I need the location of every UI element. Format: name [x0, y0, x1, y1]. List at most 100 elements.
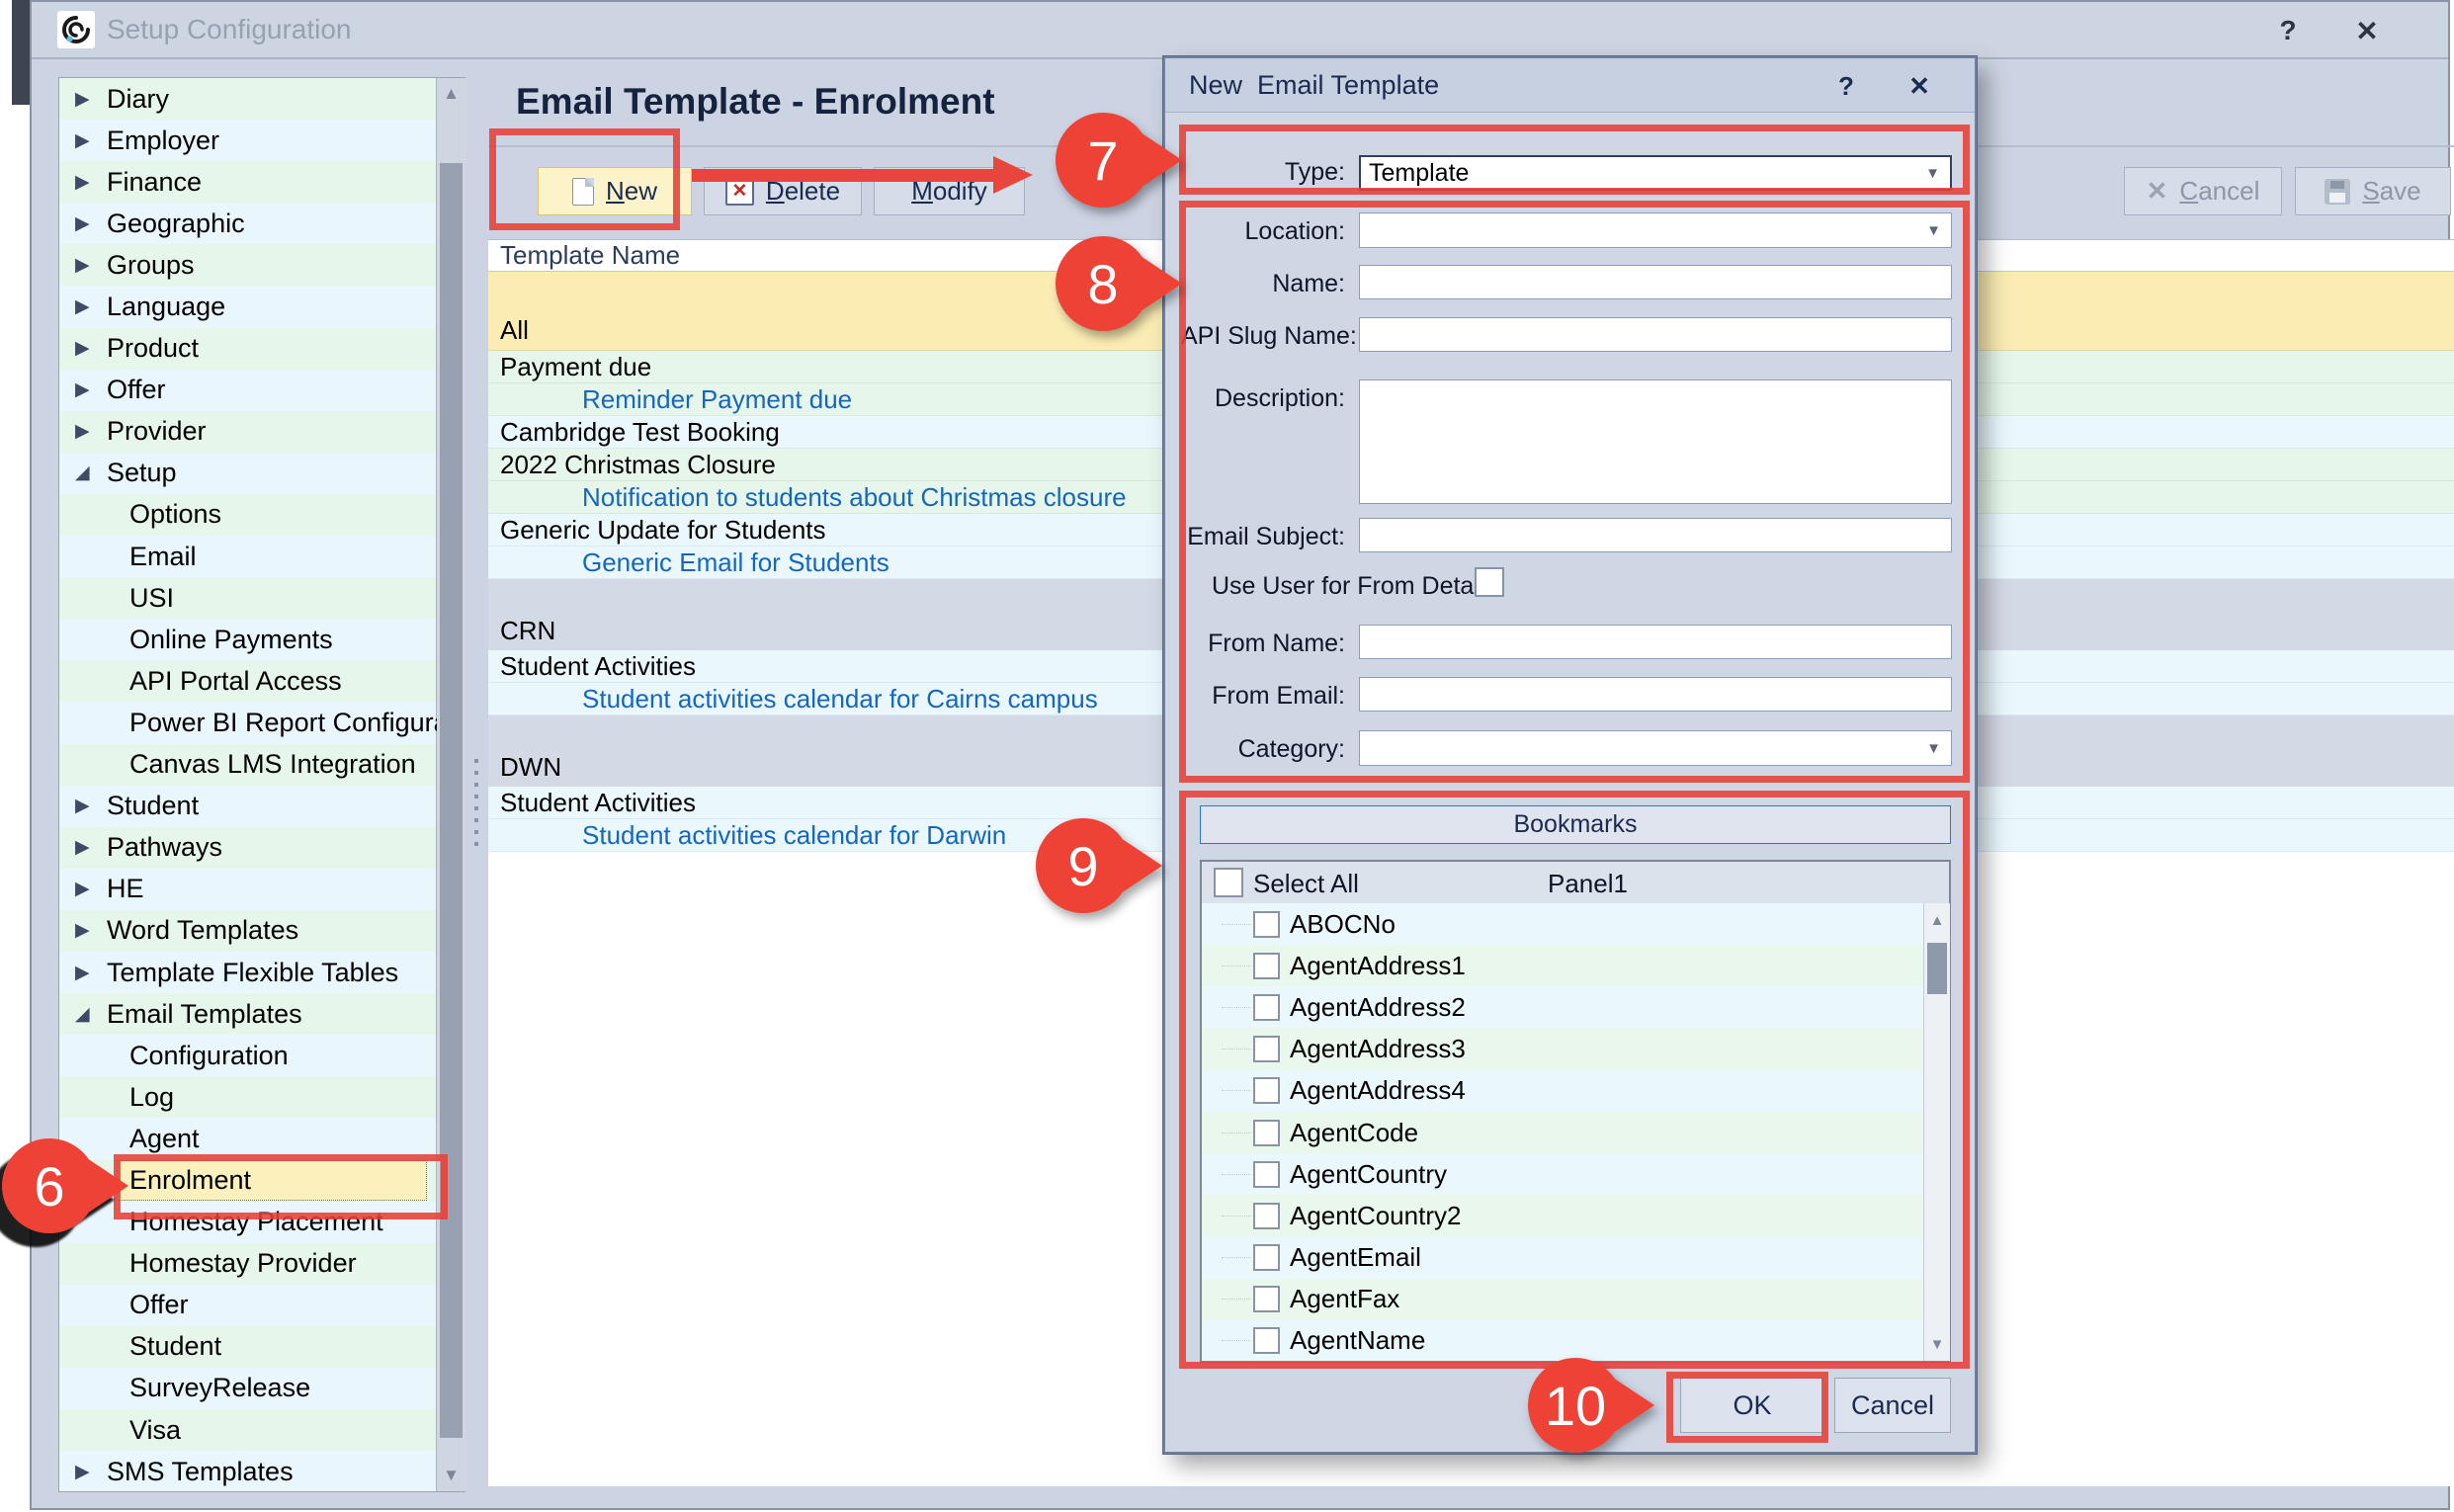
scroll-thumb[interactable] — [440, 163, 463, 1438]
sidebar-item[interactable]: Canvas LMS Integration — [59, 744, 437, 786]
sidebar-item[interactable]: API Portal Access — [59, 660, 437, 702]
sidebar-item-label: HE — [107, 874, 144, 904]
expander-icon — [75, 795, 101, 817]
annotation-rect-type — [1179, 125, 1970, 195]
annotation-rect-enrolment — [114, 1154, 448, 1219]
sidebar-item[interactable]: Visa — [59, 1409, 437, 1451]
sidebar-item-label: Power BI Report Configuration — [129, 708, 437, 738]
window-help-icon[interactable]: ? — [2266, 12, 2310, 49]
sidebar-item-label: Email Templates — [107, 999, 302, 1030]
sidebar-item[interactable]: Online Payments — [59, 619, 437, 660]
sidebar-item[interactable]: Homestay Provider — [59, 1243, 437, 1285]
dialog-help-icon[interactable]: ? — [1826, 68, 1866, 104]
sidebar-item-label: Groups — [107, 250, 195, 281]
sidebar-item[interactable]: Finance — [59, 161, 437, 203]
template-list-row-label: Reminder Payment due — [582, 384, 852, 415]
cancel-button[interactable]: ✕ Cancel — [2124, 167, 2282, 215]
sidebar-item[interactable]: Options — [59, 494, 437, 536]
expander-icon — [75, 171, 101, 194]
sidebar-item[interactable]: Email Templates — [59, 993, 437, 1035]
callout-pin-6: 6 — [2, 1138, 97, 1233]
sidebar-item[interactable]: Student — [59, 786, 437, 827]
window-close-icon[interactable]: ✕ — [2345, 12, 2389, 49]
template-list-row-label: 2022 Christmas Closure — [500, 450, 776, 480]
sidebar-item[interactable]: Offer — [59, 1285, 437, 1326]
sidebar-tree: Diary Employer Finance Geographi — [59, 78, 437, 1491]
callout-pin-10: 10 — [1528, 1358, 1623, 1453]
expander-icon — [75, 836, 101, 859]
scroll-up-icon[interactable]: ▲ — [437, 78, 465, 110]
template-list-row-label: Notification to students about Christmas… — [582, 482, 1127, 513]
expander-icon — [75, 878, 101, 900]
sidebar-item[interactable]: Product — [59, 328, 437, 370]
window-title: Setup Configuration — [107, 14, 352, 45]
cancel-x-icon: ✕ — [2147, 176, 2168, 207]
panel-splitter[interactable] — [465, 77, 488, 1492]
sidebar-item[interactable]: Student — [59, 1326, 437, 1368]
annotation-rect-fields — [1179, 201, 1970, 783]
sidebar-item-label: Options — [129, 499, 221, 530]
dialog-close-icon[interactable]: ✕ — [1900, 68, 1939, 104]
save-button[interactable]: Save — [2295, 167, 2451, 215]
app-logo-icon — [57, 11, 95, 48]
sidebar-item[interactable]: Power BI Report Configuration — [59, 702, 437, 743]
sidebar-item-label: SurveyRelease — [129, 1373, 310, 1403]
sidebar-item[interactable]: Employer — [59, 120, 437, 161]
callout-pin-7: 7 — [1056, 113, 1150, 208]
expander-icon — [75, 1003, 101, 1026]
sidebar-item[interactable]: Offer — [59, 370, 437, 411]
expander-icon — [75, 295, 101, 318]
sidebar-item-label: Log — [129, 1082, 174, 1113]
sidebar-item[interactable]: Setup — [59, 453, 437, 494]
sidebar-item[interactable]: Groups — [59, 244, 437, 286]
annotation-rect-new — [489, 128, 680, 230]
sidebar-item[interactable]: HE — [59, 869, 437, 910]
expander-icon — [75, 129, 101, 152]
template-list-row-label: All — [500, 315, 529, 346]
template-list-row-label: Generic Email for Students — [582, 547, 889, 578]
sidebar-item[interactable]: USI — [59, 577, 437, 619]
background-window-sliver — [12, 0, 30, 105]
sidebar-scrollbar[interactable]: ▲ ▼ — [436, 78, 465, 1491]
sidebar-item-label: Offer — [129, 1290, 189, 1320]
sidebar-item-label: Student — [107, 791, 199, 821]
sidebar-item[interactable]: Provider — [59, 411, 437, 453]
sidebar-item[interactable]: Template Flexible Tables — [59, 952, 437, 993]
sidebar-item-label: Homestay Provider — [129, 1248, 357, 1279]
dialog-cancel-button[interactable]: Cancel — [1834, 1378, 1951, 1433]
dialog-titlebar: New Email Template ? ✕ — [1165, 58, 1975, 113]
cancel-button-label: Cancel — [2179, 176, 2259, 207]
splitter-grip-icon — [474, 759, 478, 848]
sidebar-item-label: Configuration — [129, 1041, 289, 1071]
sidebar-item-label: SMS Templates — [107, 1457, 294, 1487]
sidebar-item[interactable]: Language — [59, 286, 437, 327]
sidebar-item[interactable]: Configuration — [59, 1035, 437, 1076]
navigation-sidebar: Diary Employer Finance Geographi — [58, 77, 465, 1492]
expander-icon — [75, 462, 101, 484]
sidebar-item[interactable]: Geographic — [59, 203, 437, 244]
sidebar-item[interactable]: Word Templates — [59, 910, 437, 952]
template-list-row-label: Generic Update for Students — [500, 515, 826, 546]
sidebar-item-label: Online Payments — [129, 625, 333, 655]
sidebar-item-label: Offer — [107, 375, 166, 405]
callout-pin-8: 8 — [1056, 236, 1150, 331]
sidebar-item-label: Pathways — [107, 832, 222, 863]
sidebar-item-label: Product — [107, 333, 199, 364]
scroll-down-icon[interactable]: ▼ — [437, 1460, 465, 1491]
annotation-rect-ok — [1666, 1372, 1828, 1443]
template-list-row-label: Student activities calendar for Cairns c… — [582, 684, 1098, 714]
annotation-rect-bookmarks — [1179, 791, 1970, 1369]
sidebar-item[interactable]: SurveyRelease — [59, 1368, 437, 1409]
expander-icon — [75, 337, 101, 360]
sidebar-item-label: Diary — [107, 84, 169, 115]
sidebar-item[interactable]: SMS Templates — [59, 1451, 437, 1491]
sidebar-item-label: Agent — [129, 1124, 200, 1154]
sidebar-item-label: USI — [129, 583, 174, 614]
save-button-label: Save — [2362, 176, 2420, 207]
sidebar-item[interactable]: Diary — [59, 78, 437, 120]
sidebar-item[interactable]: Email — [59, 536, 437, 577]
sidebar-item[interactable]: Pathways — [59, 827, 437, 869]
sidebar-item-label: Employer — [107, 126, 219, 156]
sidebar-item[interactable]: Log — [59, 1076, 437, 1118]
sidebar-item-label: Finance — [107, 167, 202, 198]
